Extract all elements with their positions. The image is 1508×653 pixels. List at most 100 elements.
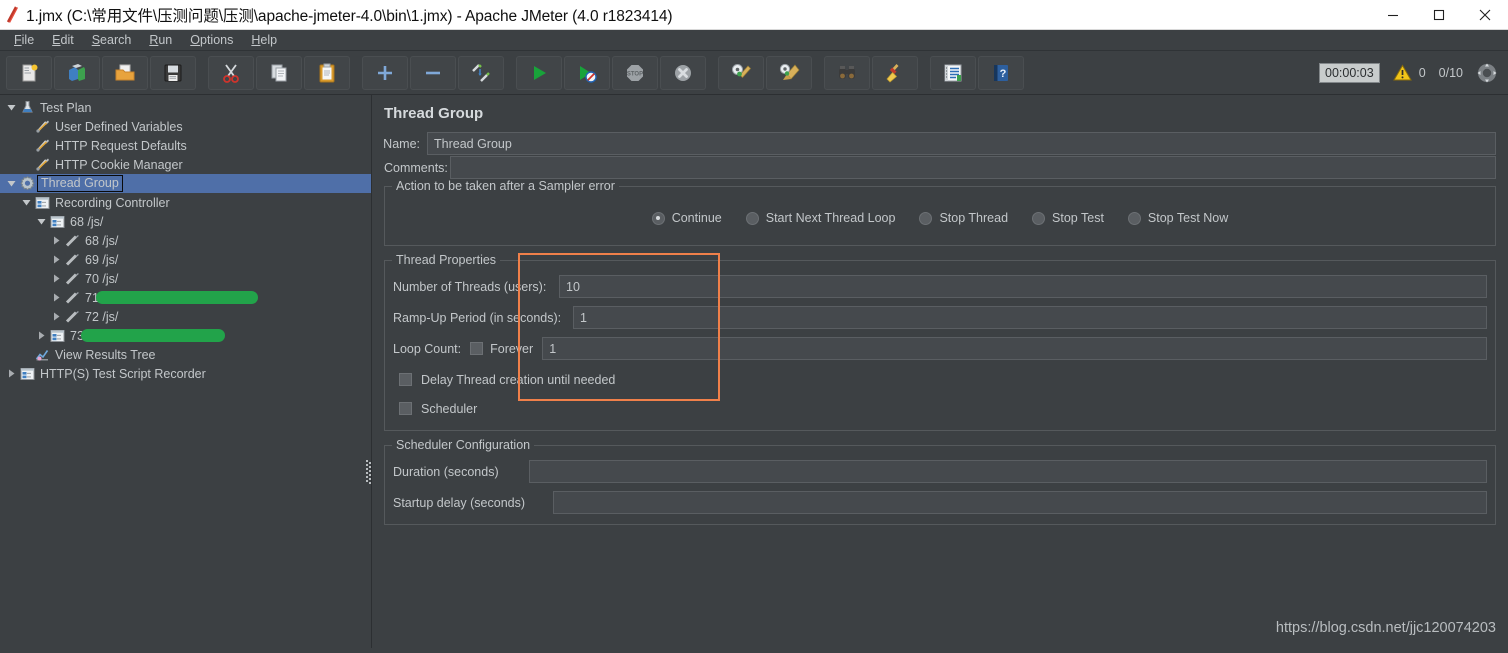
forever-label: Forever (490, 341, 534, 356)
expand-all-button[interactable] (362, 55, 408, 90)
tree-item[interactable]: Recording Controller (0, 193, 371, 212)
tree-item[interactable]: User Defined Variables (0, 117, 371, 136)
menu-help[interactable]: Help (242, 31, 286, 49)
split-pane-divider[interactable] (365, 457, 371, 487)
tree-item-label: Thread Group (37, 175, 123, 192)
startup-delay-input[interactable] (553, 491, 1487, 514)
tree-item[interactable]: 72 /js/ (0, 307, 371, 326)
tree-item[interactable]: 73 (0, 326, 371, 345)
radio-label: Start Next Thread Loop (765, 211, 896, 225)
tree-twisty-down-icon[interactable] (20, 198, 33, 207)
menu-run-mnemonic: R (149, 33, 159, 47)
paste-button[interactable] (304, 55, 350, 90)
tree-item-label: 68 /js/ (70, 214, 104, 229)
toolbar-separator-2 (352, 56, 362, 90)
function-helper-button[interactable] (930, 55, 976, 90)
stop-button[interactable]: STOP (612, 55, 658, 90)
tree-item[interactable]: HTTP(S) Test Script Recorder (0, 364, 371, 383)
warning-triangle-icon (1392, 64, 1412, 82)
sampler-error-radio[interactable]: Start Next Thread Loop (745, 211, 896, 225)
warning-indicator[interactable]: 0 (1392, 64, 1426, 82)
sampler-error-radio[interactable]: Stop Test Now (1127, 211, 1228, 225)
copy-button[interactable] (256, 55, 302, 90)
sampler-error-radio[interactable]: Stop Thread (919, 211, 1008, 225)
tree-item-label: HTTP Cookie Manager (55, 157, 183, 172)
menu-search[interactable]: Search (83, 31, 141, 49)
menu-file[interactable]: File (5, 31, 43, 49)
toolbar-status-area: 00:00:03 0 0/10 (1319, 51, 1498, 95)
tree-twisty-right-icon[interactable] (50, 236, 63, 245)
help-button[interactable]: ? (978, 55, 1024, 90)
duration-input[interactable] (529, 460, 1487, 483)
thread-count: 0/10 (1438, 66, 1463, 80)
radio-dot[interactable] (745, 211, 759, 225)
radio-dot[interactable] (651, 211, 665, 225)
elapsed-time-display: 00:00:03 (1319, 63, 1380, 83)
toggle-button[interactable] (458, 55, 504, 90)
sampler-error-radio[interactable]: Stop Test (1032, 211, 1104, 225)
tree-twisty-right-icon[interactable] (50, 293, 63, 302)
tree-item[interactable]: 69 /js/ (0, 250, 371, 269)
rampup-label: Ramp-Up Period (in seconds): (393, 310, 562, 325)
scheduler-checkbox[interactable] (399, 402, 412, 415)
svg-text:?: ? (1000, 68, 1007, 80)
comments-row: Comments: (384, 156, 1496, 179)
collapse-all-button[interactable] (410, 55, 456, 90)
menu-options[interactable]: Options (181, 31, 242, 49)
start-no-pauses-button[interactable] (564, 55, 610, 90)
tree-twisty-down-icon[interactable] (5, 179, 18, 188)
scheduler-label: Scheduler (421, 401, 478, 416)
radio-dot[interactable] (1127, 211, 1141, 225)
num-threads-input[interactable]: 10 (559, 275, 1487, 298)
reset-search-button[interactable] (872, 55, 918, 90)
clear-all-button[interactable] (766, 55, 812, 90)
forever-checkbox[interactable] (470, 342, 484, 355)
tree-item[interactable]: HTTP Cookie Manager (0, 155, 371, 174)
sampler-error-radio[interactable]: Continue (651, 211, 722, 225)
tree-twisty-down-icon[interactable] (5, 103, 18, 112)
tree-item[interactable]: 71 (0, 288, 371, 307)
tree-item[interactable]: View Results Tree (0, 345, 371, 364)
clear-button[interactable] (718, 55, 764, 90)
loop-count-input[interactable]: 1 (542, 337, 1487, 360)
maximize-button[interactable] (1416, 0, 1462, 30)
test-plan-tree[interactable]: Test Plan User Defined Variables HTTP Requ… (0, 95, 372, 648)
radio-dot[interactable] (1032, 211, 1046, 225)
tree-item[interactable]: HTTP Request Defaults (0, 136, 371, 155)
open-button[interactable] (102, 55, 148, 90)
redaction-mark (81, 329, 225, 342)
tree-item[interactable]: 70 /js/ (0, 269, 371, 288)
menu-file-mnemonic: F (14, 33, 22, 47)
minimize-button[interactable] (1370, 0, 1416, 30)
menu-options-rest: ptions (200, 33, 234, 47)
templates-button[interactable] (54, 55, 100, 90)
shutdown-button[interactable] (660, 55, 706, 90)
name-input[interactable]: Thread Group (427, 132, 1496, 155)
sampler-error-group-label: Action to be taken after a Sampler error (392, 179, 619, 193)
tree-item[interactable]: Test Plan (0, 98, 371, 117)
connection-icon[interactable] (1476, 62, 1498, 84)
close-button[interactable] (1462, 0, 1508, 30)
new-button[interactable] (6, 55, 52, 90)
tree-twisty-right-icon[interactable] (5, 369, 18, 378)
tree-twisty-right-icon[interactable] (50, 255, 63, 264)
tree-item[interactable]: 68 /js/ (0, 231, 371, 250)
tree-item[interactable]: Thread Group (0, 174, 371, 193)
start-button[interactable] (516, 55, 562, 90)
tree-twisty-right-icon[interactable] (50, 312, 63, 321)
radio-label: Stop Test (1052, 211, 1104, 225)
menu-run[interactable]: Run (140, 31, 181, 49)
tree-twisty-right-icon[interactable] (50, 274, 63, 283)
tree-item-label: Recording Controller (55, 195, 170, 210)
save-button[interactable] (150, 55, 196, 90)
tree-twisty-down-icon[interactable] (35, 217, 48, 226)
tree-twisty-right-icon[interactable] (35, 331, 48, 340)
comments-input[interactable] (450, 156, 1496, 179)
cut-button[interactable] (208, 55, 254, 90)
menu-edit[interactable]: Edit (43, 31, 83, 49)
tree-item[interactable]: 68 /js/ (0, 212, 371, 231)
delay-thread-checkbox[interactable] (399, 373, 412, 386)
rampup-input[interactable]: 1 (573, 306, 1487, 329)
radio-dot[interactable] (919, 211, 933, 225)
search-button[interactable] (824, 55, 870, 90)
